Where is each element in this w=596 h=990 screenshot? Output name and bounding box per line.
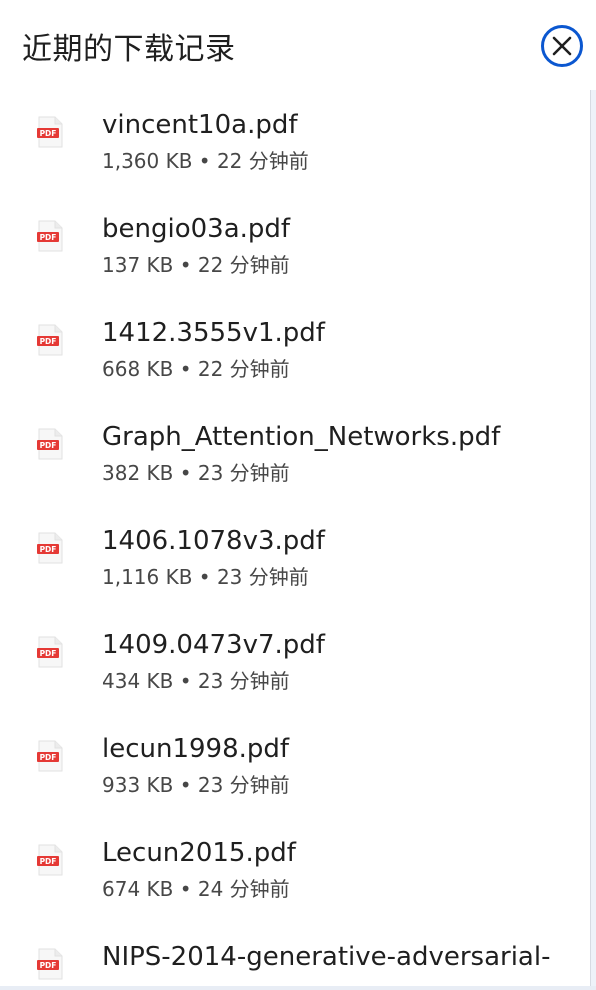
downloads-panel: 近期的下载记录 PDF vincent10a.pdf 1,360 KB • 22 分… — [0, 0, 596, 990]
downloads-header: 近期的下载记录 — [0, 0, 596, 96]
pdf-file-icon: PDF — [37, 948, 63, 980]
file-name[interactable]: Lecun2015.pdf — [102, 836, 296, 870]
pdf-file-icon: PDF — [37, 116, 63, 148]
download-item[interactable]: PDF NIPS-2014-generative-adversarial- — [0, 928, 590, 990]
file-meta: 1,116 KB • 23 分钟前 — [102, 565, 309, 589]
bottom-divider — [0, 986, 596, 990]
download-item[interactable]: PDF vincent10a.pdf 1,360 KB • 22 分钟前 — [0, 96, 590, 200]
scrollbar[interactable] — [590, 90, 596, 990]
download-item[interactable]: PDF Graph_Attention_Networks.pdf 382 KB • … — [0, 408, 590, 512]
close-icon — [552, 36, 572, 56]
pdf-file-icon: PDF — [37, 428, 63, 460]
panel-title: 近期的下载记录 — [22, 32, 236, 67]
file-meta: 1,360 KB • 22 分钟前 — [102, 149, 309, 173]
pdf-badge-label: PDF — [40, 753, 57, 762]
download-item[interactable]: PDF 1409.0473v7.pdf 434 KB • 23 分钟前 — [0, 616, 590, 720]
pdf-badge-label: PDF — [40, 961, 57, 970]
file-name[interactable]: NIPS-2014-generative-adversarial- — [102, 940, 550, 974]
download-item[interactable]: PDF 1406.1078v3.pdf 1,116 KB • 23 分钟前 — [0, 512, 590, 616]
file-name[interactable]: 1406.1078v3.pdf — [102, 524, 325, 558]
file-meta: 137 KB • 22 分钟前 — [102, 253, 290, 277]
file-meta: 382 KB • 23 分钟前 — [102, 461, 290, 485]
pdf-badge-label: PDF — [40, 857, 57, 866]
pdf-file-icon: PDF — [37, 220, 63, 252]
file-meta: 933 KB • 23 分钟前 — [102, 773, 290, 797]
download-item[interactable]: PDF bengio03a.pdf 137 KB • 22 分钟前 — [0, 200, 590, 304]
pdf-badge-label: PDF — [40, 337, 57, 346]
file-name[interactable]: Graph_Attention_Networks.pdf — [102, 420, 500, 454]
file-name[interactable]: 1412.3555v1.pdf — [102, 316, 325, 350]
pdf-badge-label: PDF — [40, 129, 57, 138]
downloads-list: PDF vincent10a.pdf 1,360 KB • 22 分钟前 PDF ben… — [0, 96, 590, 990]
download-item[interactable]: PDF 1412.3555v1.pdf 668 KB • 22 分钟前 — [0, 304, 590, 408]
pdf-file-icon: PDF — [37, 532, 63, 564]
pdf-badge-label: PDF — [40, 649, 57, 658]
file-meta: 668 KB • 22 分钟前 — [102, 357, 290, 381]
close-button[interactable] — [541, 25, 583, 67]
file-meta: 674 KB • 24 分钟前 — [102, 877, 290, 901]
file-name[interactable]: bengio03a.pdf — [102, 212, 290, 246]
pdf-file-icon: PDF — [37, 844, 63, 876]
file-name[interactable]: 1409.0473v7.pdf — [102, 628, 325, 662]
pdf-badge-label: PDF — [40, 233, 57, 242]
download-item[interactable]: PDF lecun1998.pdf 933 KB • 23 分钟前 — [0, 720, 590, 824]
pdf-badge-label: PDF — [40, 545, 57, 554]
download-item[interactable]: PDF Lecun2015.pdf 674 KB • 24 分钟前 — [0, 824, 590, 928]
pdf-file-icon: PDF — [37, 324, 63, 356]
file-meta: 434 KB • 23 分钟前 — [102, 669, 290, 693]
pdf-badge-label: PDF — [40, 441, 57, 450]
pdf-file-icon: PDF — [37, 636, 63, 668]
file-name[interactable]: vincent10a.pdf — [102, 108, 298, 142]
pdf-file-icon: PDF — [37, 740, 63, 772]
file-name[interactable]: lecun1998.pdf — [102, 732, 289, 766]
